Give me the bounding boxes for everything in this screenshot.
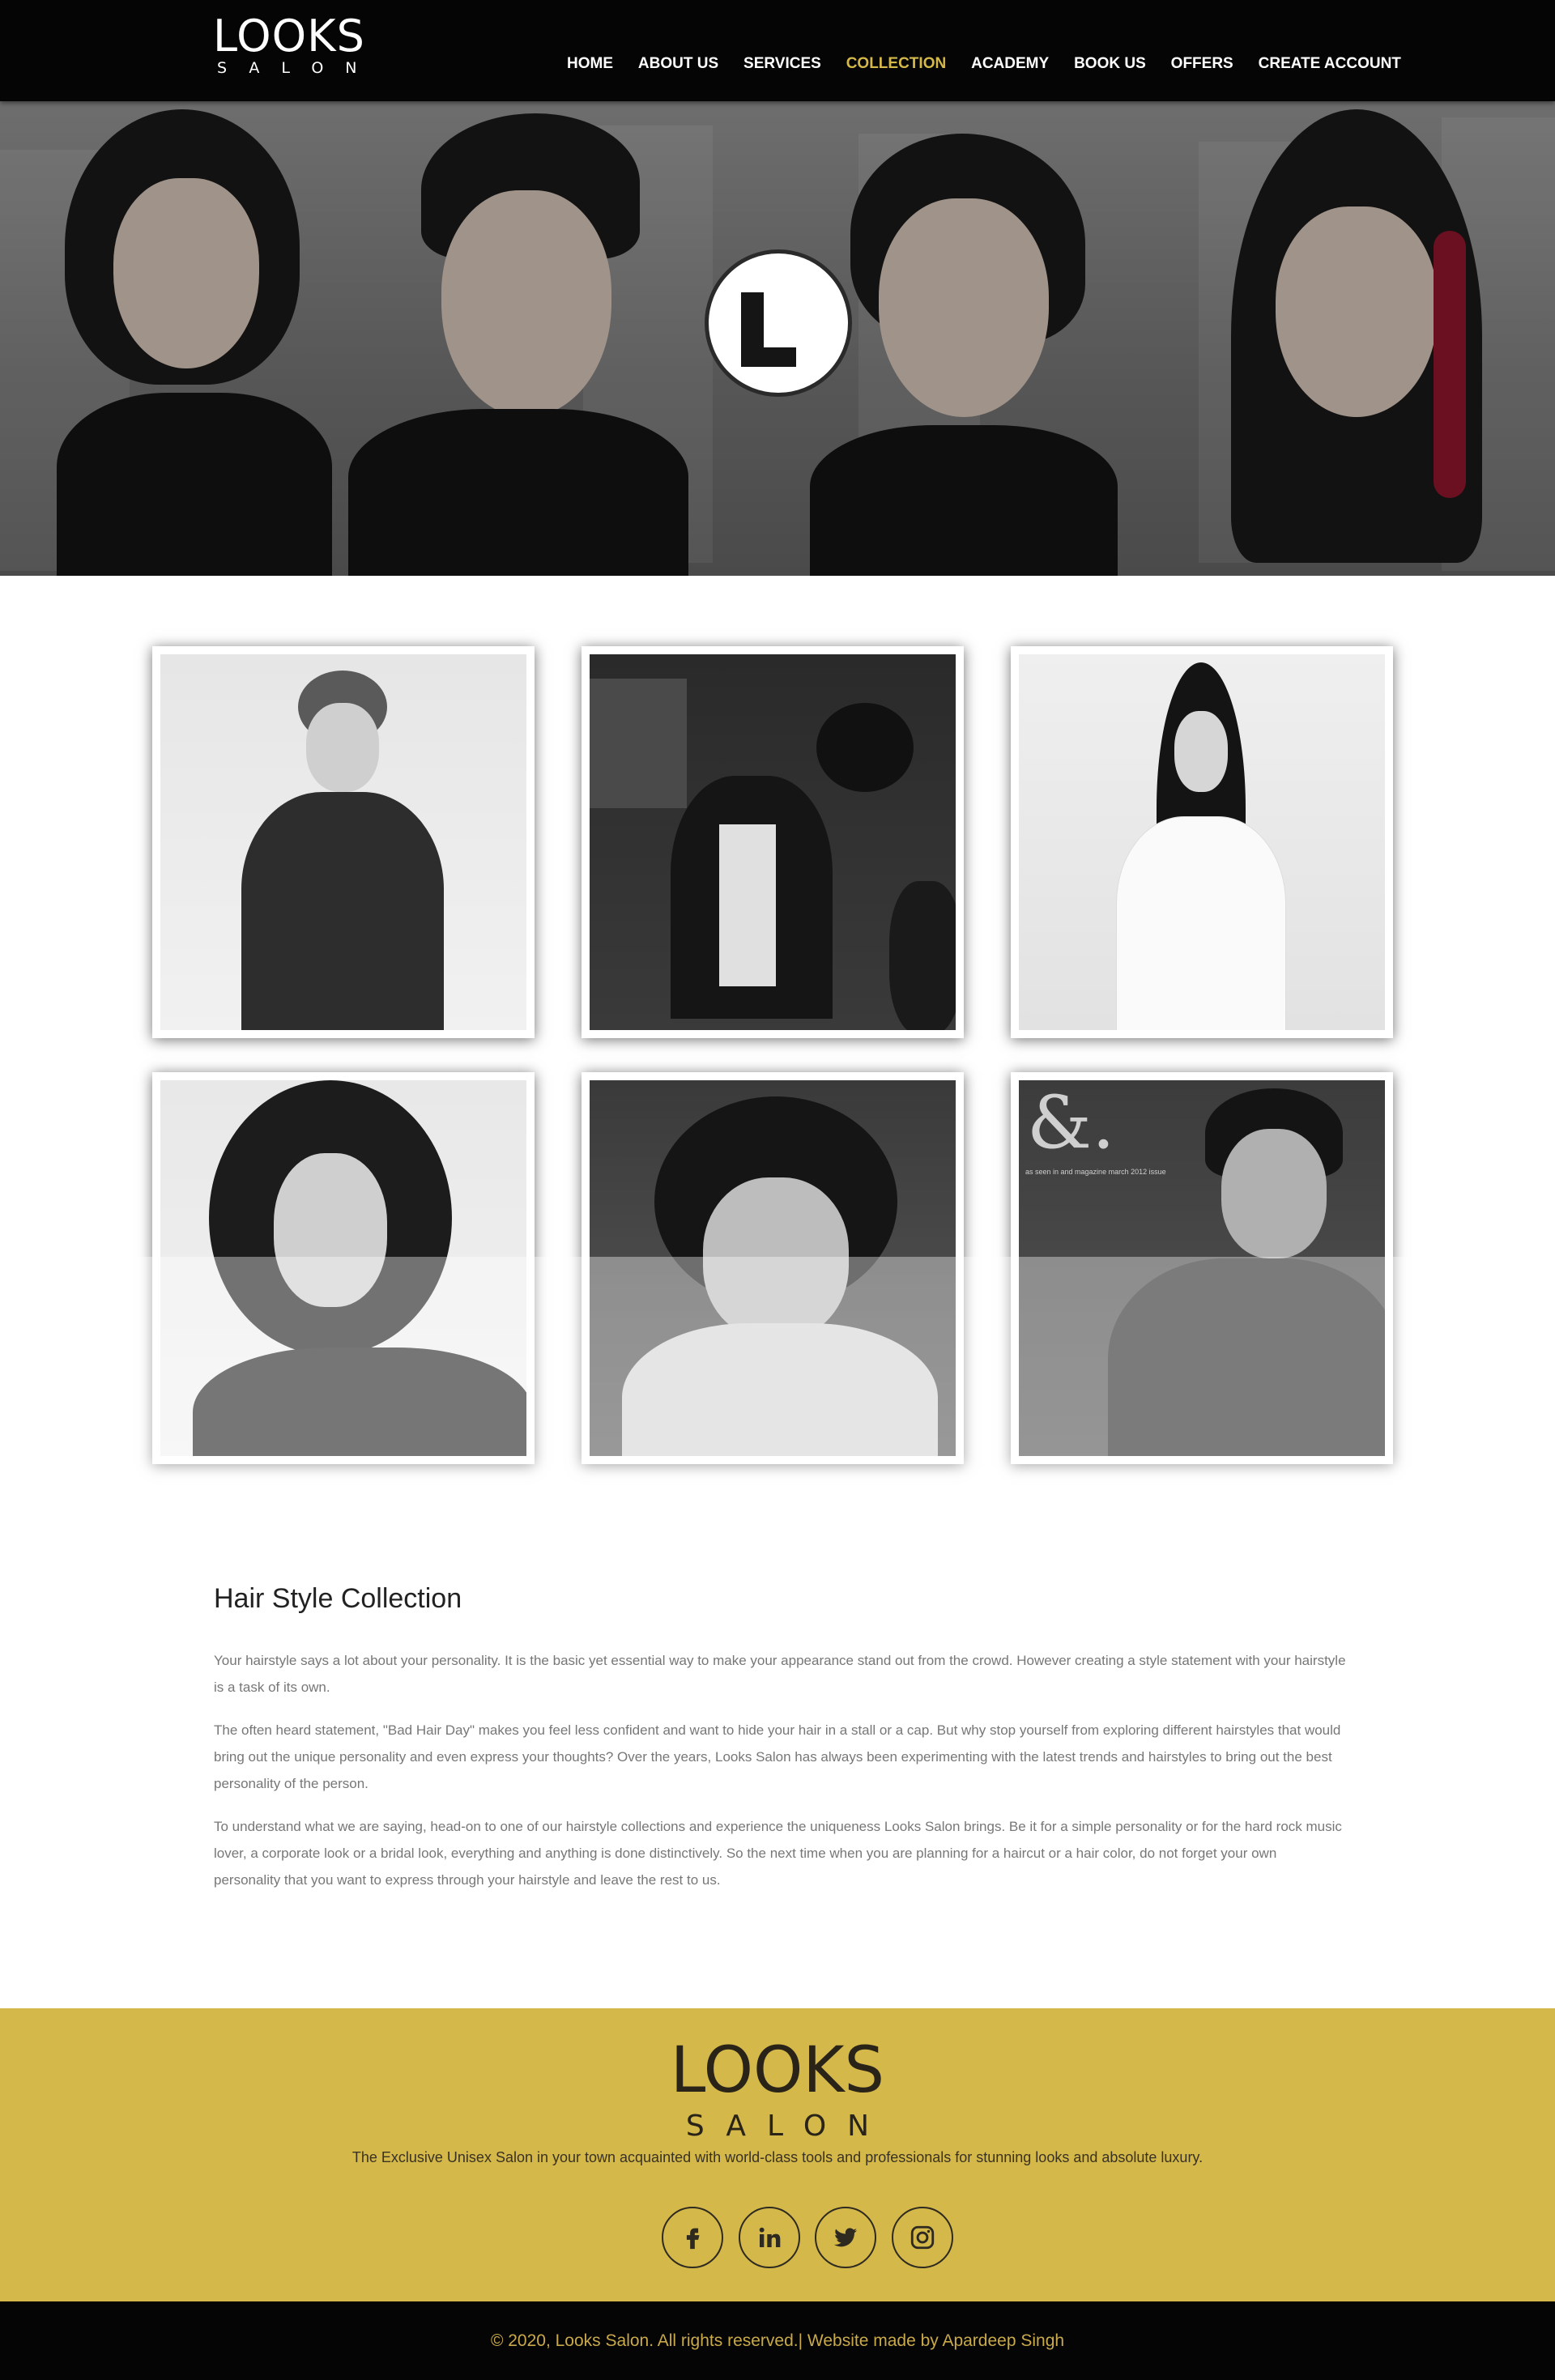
nav-services[interactable]: SERVICES bbox=[743, 55, 821, 73]
model-body bbox=[348, 409, 688, 576]
photo-face bbox=[306, 703, 379, 792]
nav-offers[interactable]: OFFERS bbox=[1171, 55, 1233, 73]
footer-tagline: The Exclusive Unisex Salon in your town … bbox=[351, 2149, 1204, 2165]
copyright-text: © 2020, Looks Salon. All rights reserved… bbox=[490, 2331, 1065, 2350]
nav-about-us[interactable]: ABOUT US bbox=[638, 55, 718, 73]
gallery-photo-4[interactable] bbox=[152, 1072, 535, 1464]
nav-home[interactable]: HOME bbox=[567, 55, 613, 73]
social-links bbox=[662, 2207, 953, 2268]
logo-wordmark: LOOKS bbox=[213, 11, 365, 62]
gallery-photo-2[interactable] bbox=[582, 646, 964, 1038]
model-body bbox=[810, 425, 1118, 576]
nav-academy[interactable]: ACADEMY bbox=[971, 55, 1049, 73]
nav-collection[interactable]: COLLECTION bbox=[846, 55, 947, 73]
footer-logo-subtitle: SALON bbox=[685, 2110, 891, 2143]
photo-equipment bbox=[590, 679, 687, 808]
magazine-caption: as seen in and magazine march 2012 issue bbox=[1025, 1168, 1166, 1176]
description-paragraph: The often heard statement, "Bad Hair Day… bbox=[214, 1722, 1341, 1791]
red-hair-streak bbox=[1434, 231, 1466, 498]
main-nav: HOME ABOUT US SERVICES COLLECTION ACADEM… bbox=[567, 55, 1401, 73]
photo-shirt bbox=[719, 824, 776, 986]
gallery-photo-1[interactable] bbox=[152, 646, 535, 1038]
linkedin-icon[interactable] bbox=[738, 2207, 800, 2268]
photo-face bbox=[274, 1153, 387, 1307]
gallery-photo-6[interactable]: &. as seen in and magazine march 2012 is… bbox=[1011, 1072, 1393, 1464]
page-title: Hair Style Collection bbox=[214, 1583, 462, 1614]
photo-suit bbox=[193, 1348, 526, 1456]
twitter-icon[interactable] bbox=[815, 2207, 877, 2268]
emblem-letter-foot bbox=[741, 347, 796, 367]
model-face bbox=[113, 178, 259, 368]
photo-suit bbox=[1108, 1258, 1385, 1456]
description-paragraph: Your hairstyle says a lot about your per… bbox=[214, 1653, 1346, 1695]
salon-emblem bbox=[705, 249, 852, 397]
photo-face bbox=[1174, 711, 1228, 792]
photo-white-dress bbox=[1116, 816, 1286, 1030]
collection-description: Hair Style Collection Your hairstyle say… bbox=[214, 1583, 1348, 1910]
facebook-icon[interactable] bbox=[662, 2207, 723, 2268]
model-face bbox=[441, 190, 611, 417]
photo-magazine-cover: &. as seen in and magazine march 2012 is… bbox=[1019, 1080, 1385, 1456]
model-face bbox=[879, 198, 1049, 417]
gallery-photo-5[interactable] bbox=[582, 1072, 964, 1464]
photo-group-studio bbox=[590, 654, 956, 1030]
gallery-photo-3[interactable] bbox=[1011, 646, 1393, 1038]
magazine-ampersand: &. bbox=[1027, 1080, 1115, 1165]
footer-logo-wordmark: LOOKS bbox=[670, 2034, 885, 2107]
site-logo[interactable]: LOOKS SALON bbox=[213, 15, 367, 78]
photo-face bbox=[703, 1177, 849, 1339]
nav-create-account[interactable]: CREATE ACCOUNT bbox=[1259, 55, 1401, 73]
photo-figure bbox=[889, 881, 956, 1030]
hero-banner bbox=[0, 101, 1555, 576]
copyright-bar: © 2020, Looks Salon. All rights reserved… bbox=[0, 2301, 1555, 2380]
photo-jacket bbox=[241, 792, 444, 1030]
logo-subtitle: SALON bbox=[217, 59, 379, 77]
site-footer: LOOKS SALON The Exclusive Unisex Salon i… bbox=[0, 2008, 1555, 2301]
photo-face bbox=[1221, 1129, 1327, 1258]
site-header: LOOKS SALON HOME ABOUT US SERVICES COLLE… bbox=[0, 0, 1555, 101]
description-paragraph: To understand what we are saying, head-o… bbox=[214, 1819, 1342, 1888]
photo-leather-jacket-model bbox=[160, 654, 526, 1030]
photo-curly-hair-man bbox=[160, 1080, 526, 1456]
footer-logo[interactable]: LOOKS SALON bbox=[0, 2037, 1555, 2144]
model-body bbox=[57, 393, 332, 576]
nav-book-us[interactable]: BOOK US bbox=[1074, 55, 1146, 73]
instagram-icon[interactable] bbox=[891, 2207, 953, 2268]
photo-jewelry bbox=[622, 1323, 938, 1456]
photo-long-straight-hair bbox=[1019, 654, 1385, 1030]
collection-gallery: &. as seen in and magazine march 2012 is… bbox=[152, 646, 1393, 1509]
photo-hair bbox=[816, 703, 914, 792]
photo-bridal-look bbox=[590, 1080, 956, 1456]
model-face bbox=[1276, 206, 1438, 417]
